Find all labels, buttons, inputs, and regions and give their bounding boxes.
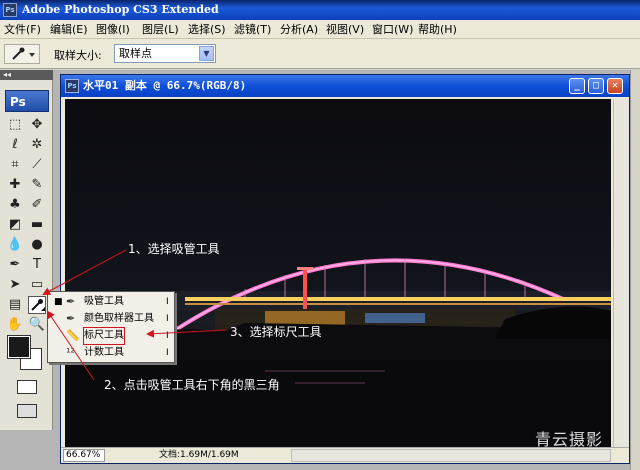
annotation-step-2: 2、点击吸管工具右下角的黑三角	[104, 378, 280, 392]
annotation-arrows	[42, 249, 227, 381]
right-panel-dock	[630, 70, 640, 470]
annotation-step-1: 1、选择吸管工具	[128, 242, 220, 256]
watermark: 青云摄影	[535, 430, 604, 449]
annotation-step-3: 3、选择标尺工具	[230, 325, 322, 339]
